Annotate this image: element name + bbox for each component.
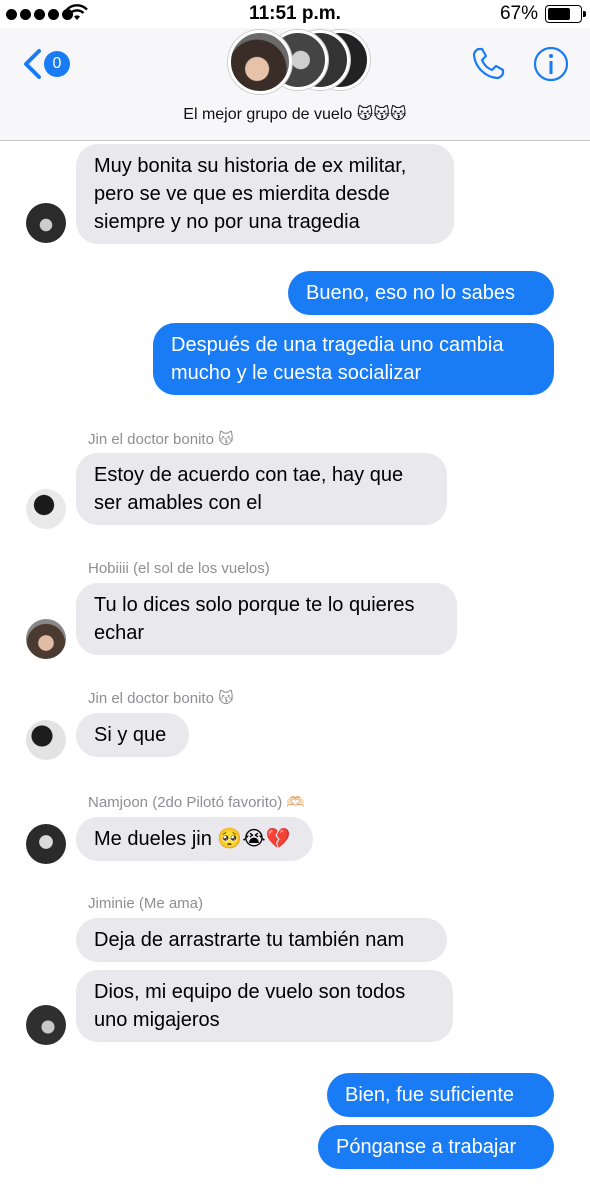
sender-name: Jin el doctor bonito 😽 xyxy=(88,431,234,448)
message-bubble-outgoing[interactable]: Bien, fue suficiente xyxy=(327,1073,554,1117)
avatar xyxy=(26,824,66,864)
sender-name: Jin el doctor bonito 😽 xyxy=(88,690,234,707)
avatar xyxy=(26,619,66,659)
message-bubble-outgoing[interactable]: Después de una tragedia uno cambia mucho… xyxy=(153,323,554,395)
message-bubble-incoming[interactable]: Deja de arrastrarte tu también nam xyxy=(76,918,447,962)
back-button[interactable]: 0 xyxy=(22,48,70,80)
avatar xyxy=(26,1005,66,1045)
avatar xyxy=(26,489,66,529)
avatar xyxy=(26,720,66,760)
message-bubble-incoming[interactable]: Estoy de acuerdo con tae, hay que ser am… xyxy=(76,453,447,525)
message-bubble-incoming[interactable]: Tu lo dices solo porque te lo quieres ec… xyxy=(76,583,457,655)
message-bubble-incoming[interactable]: Muy bonita su historia de ex militar, pe… xyxy=(76,144,454,244)
phone-icon[interactable] xyxy=(470,46,506,82)
status-bar: 11:51 p.m. 67% xyxy=(0,0,590,28)
conversation-header: 0 El mejor grupo de vuelo 😽😽😽 xyxy=(0,28,590,141)
message-bubble-incoming[interactable]: Me dueles jin 🥺😭💔 xyxy=(76,817,313,861)
group-avatars[interactable] xyxy=(228,28,370,94)
message-bubble-outgoing[interactable]: Bueno, eso no lo sabes xyxy=(288,271,554,315)
unread-count-badge: 0 xyxy=(44,51,70,77)
message-bubble-outgoing[interactable]: Pónganse a trabajar xyxy=(318,1125,554,1169)
battery-icon xyxy=(545,5,586,23)
message-bubble-incoming[interactable]: Dios, mi equipo de vuelo son todos uno m… xyxy=(76,970,453,1042)
info-icon[interactable] xyxy=(533,46,569,82)
battery-percentage: 67% xyxy=(499,3,538,24)
avatar xyxy=(26,203,66,243)
message-bubble-incoming[interactable]: Si y que xyxy=(76,713,189,757)
sender-name: Namjoon (2do Pilotó favorito) 🫶🏻 xyxy=(88,794,306,811)
avatar xyxy=(228,30,292,94)
sender-name: Jiminie (Me ama) xyxy=(88,895,204,912)
group-name: El mejor grupo de vuelo 😽😽😽 xyxy=(183,106,407,123)
back-chevron-icon xyxy=(24,49,41,79)
sender-name: Hobiiii (el sol de los vuelos) xyxy=(88,560,270,577)
